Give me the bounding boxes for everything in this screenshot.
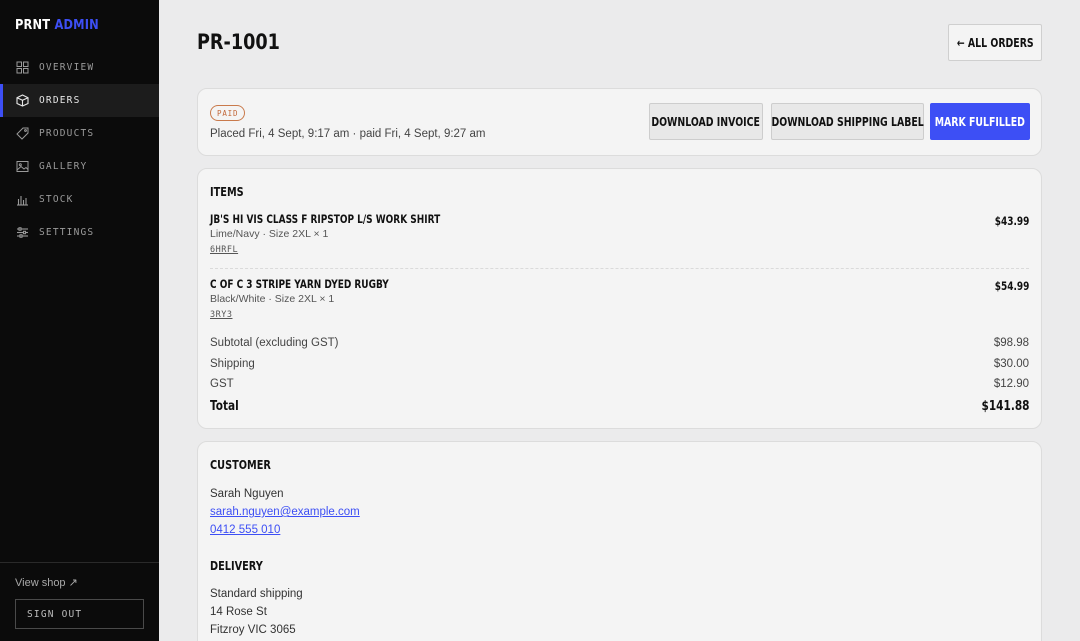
item-price-text: $54.99 [994,279,1029,293]
view-shop-link[interactable]: View shop ↗ [15,576,78,589]
item-variant: Lime/Navy · Size 2XL × 1 [210,228,329,240]
item-name-text: JB'S HI VIS CLASS F RIPSTOP L/S WORK SHI… [210,212,441,226]
customer-email-link[interactable]: sarah.nguyen@example.com [210,506,360,518]
delivery-address-line1: 14 Rose St [210,606,267,618]
item-variant: Black/White · Size 2XL × 1 [210,293,335,305]
customer-card: CUSTOMER Sarah Nguyen sarah.nguyen@examp… [197,441,1042,641]
mark-fulfilled-button[interactable]: MARK FULFILLED [930,103,1030,140]
shipping-value: $30.00 [993,358,1029,370]
delivery-heading-text: DELIVERY [210,558,263,573]
item-sku-link[interactable]: 3RY3 [210,310,232,320]
brand-admin: ADMIN [54,18,99,33]
total-label: Total [210,398,247,414]
total-value: $141.88 [968,398,1029,414]
brand-logo[interactable]: PRNT ADMIN [15,18,99,33]
item-name: JB'S HI VIS CLASS F RIPSTOP L/S WORK SHI… [210,212,505,226]
download-invoice-button[interactable]: DOWNLOAD INVOICE [649,103,763,140]
sidebar-item-label: OVERVIEW [39,62,95,73]
sidebar-item-label: PRODUCTS [39,128,95,139]
sidebar-item-label: STOCK [39,194,74,205]
tag-icon [16,127,29,140]
sidebar: PRNT ADMIN OVERVIEW ORDERS PRODUCTS GALL… [0,0,159,641]
total-value-text: $141.88 [981,398,1029,414]
item-price: $43.99 [985,214,1029,228]
item-divider [210,268,1029,269]
item-price: $54.99 [985,279,1029,293]
page-title: PR-1001 [197,30,280,54]
bar-chart-icon [16,193,29,206]
items-heading: ITEMS [210,184,253,199]
customer-heading-text: CUSTOMER [210,457,271,472]
sidebar-item-gallery[interactable]: GALLERY [0,150,159,183]
sidebar-item-overview[interactable]: OVERVIEW [0,51,159,84]
sliders-icon [16,226,29,239]
status-badge: PAID [210,105,246,121]
delivery-address-line2: Fitzroy VIC 3065 [210,624,296,636]
sidebar-item-label: ORDERS [39,95,81,106]
mark-fulfilled-label: MARK FULFILLED [934,114,1026,129]
sidebar-footer: View shop ↗ SIGN OUT [0,562,159,629]
sidebar-item-settings[interactable]: SETTINGS [0,216,159,249]
shipping-label: Shipping [210,358,255,370]
order-status-card: PAID Placed Fri, 4 Sept, 9:17 am · paid … [197,88,1042,156]
item-price-text: $43.99 [994,214,1029,228]
gst-value: $12.90 [993,378,1029,390]
subtotal-value: $98.98 [993,337,1029,349]
sidebar-item-label: GALLERY [39,161,88,172]
delivery-heading: DELIVERY [210,558,278,573]
brand-prnt: PRNT [15,18,51,33]
sign-out-button[interactable]: SIGN OUT [15,599,144,629]
image-icon [16,160,29,173]
download-invoice-label: DOWNLOAD INVOICE [651,114,761,129]
sidebar-nav: OVERVIEW ORDERS PRODUCTS GALLERY STOCK S… [0,51,159,249]
all-orders-button[interactable]: ← ALL ORDERS [948,24,1042,61]
sidebar-item-label: SETTINGS [39,227,95,238]
total-label-text: Total [210,398,239,414]
item-name-text: C OF C 3 STRIPE YARN DYED RUGBY [210,277,389,291]
delivery-method: Standard shipping [210,588,303,600]
box-icon [16,94,29,107]
sidebar-item-stock[interactable]: STOCK [0,183,159,216]
all-orders-label: ← ALL ORDERS [956,35,1034,50]
item-sku-link[interactable]: 6HRFL [210,245,238,255]
order-timestamps: Placed Fri, 4 Sept, 9:17 am · paid Fri, … [210,128,486,140]
sidebar-item-products[interactable]: PRODUCTS [0,117,159,150]
grid-icon [16,61,29,74]
customer-name: Sarah Nguyen [210,488,284,500]
gst-label: GST [210,378,234,390]
customer-heading: CUSTOMER [210,457,288,472]
sidebar-item-orders[interactable]: ORDERS [0,84,159,117]
customer-phone-link[interactable]: 0412 555 010 [210,524,280,536]
items-heading-text: ITEMS [210,184,244,199]
items-card: ITEMS JB'S HI VIS CLASS F RIPSTOP L/S WO… [197,168,1042,429]
item-name: C OF C 3 STRIPE YARN DYED RUGBY [210,277,439,291]
download-shipping-label-label: DOWNLOAD SHIPPING LABEL [771,114,924,129]
subtotal-label: Subtotal (excluding GST) [210,337,339,349]
download-shipping-label-button[interactable]: DOWNLOAD SHIPPING LABEL [771,103,924,140]
